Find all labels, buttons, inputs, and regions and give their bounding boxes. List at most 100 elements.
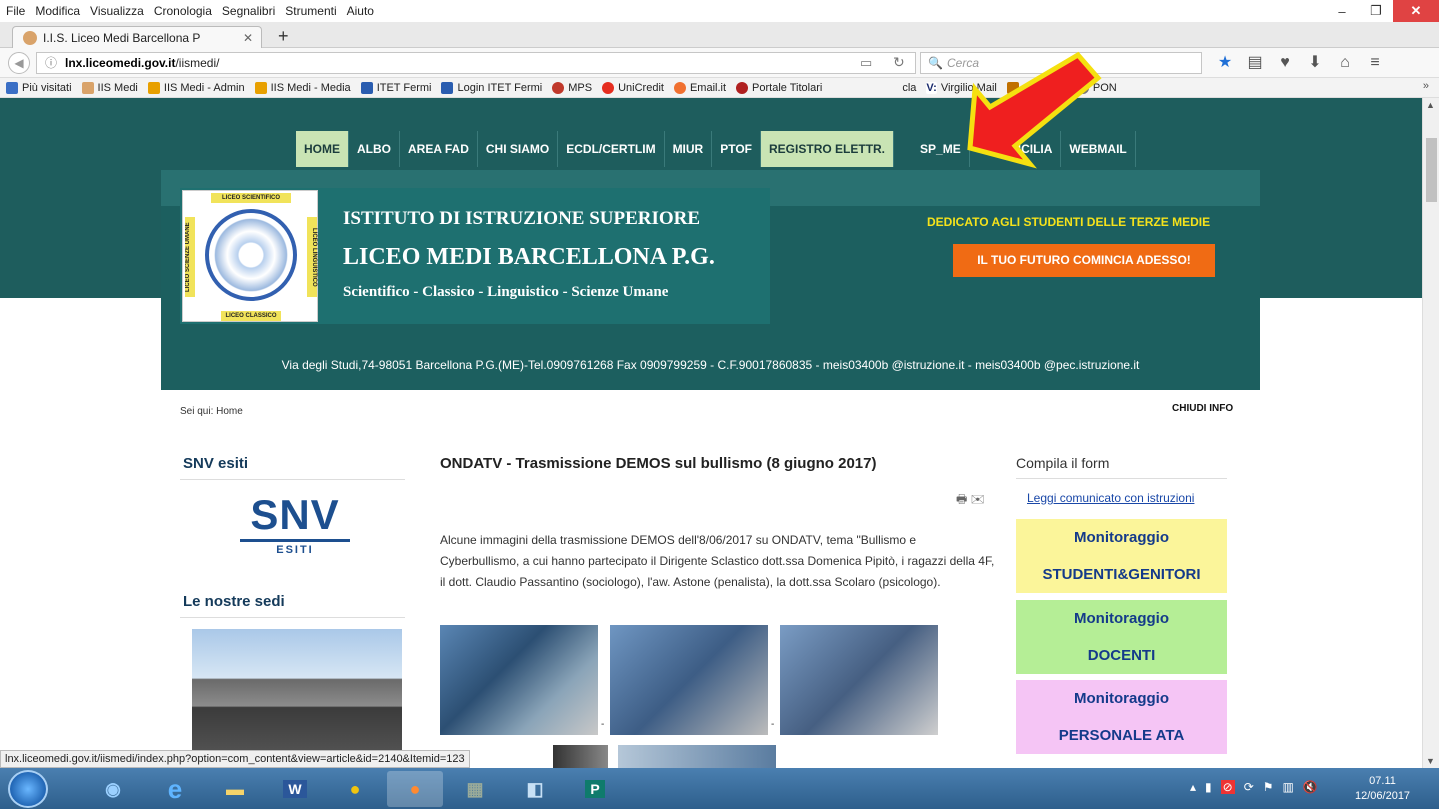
print-email-icons[interactable]: 🖶 ✉ <box>956 490 985 511</box>
sync-icon[interactable]: ⟳ <box>1244 780 1254 794</box>
close-info-link[interactable]: CHIUDI INFO <box>1172 403 1233 414</box>
browser-tab[interactable]: I.I.S. Liceo Medi Barcellona P ✕ <box>12 26 262 48</box>
promo-headline[interactable]: DEDICATO AGLI STUDENTI DELLE TERZE MEDIE <box>927 215 1210 229</box>
article-photo-5[interactable] <box>618 745 776 768</box>
clock[interactable]: 07.11 12/06/2017 <box>1355 774 1410 804</box>
menu-cronologia[interactable]: Cronologia <box>154 4 212 18</box>
downloads-icon[interactable]: ⬇ <box>1300 50 1330 76</box>
scroll-thumb[interactable] <box>1426 138 1437 202</box>
bookmark-unicredit[interactable]: UniCredit <box>602 81 664 94</box>
nav-chi-siamo[interactable]: CHI SIAMO <box>478 131 559 167</box>
internet-explorer-icon[interactable]: e <box>147 771 203 807</box>
scroll-down-icon[interactable]: ▼ <box>1426 756 1435 766</box>
taskbar-app-1[interactable]: ◉ <box>85 771 141 807</box>
menu-aiuto[interactable]: Aiuto <box>347 4 374 18</box>
nav-usp-me[interactable]: SP_ME <box>894 131 970 167</box>
publisher-icon[interactable]: P <box>567 771 623 807</box>
bookmark-portale-titolari[interactable]: Portale Titolari <box>736 81 822 94</box>
page-viewport: HOME ALBO AREA FAD CHI SIAMO ECDL/CERTLI… <box>0 98 1422 768</box>
bookmark-email[interactable]: Email.it <box>673 81 726 94</box>
maximize-button[interactable]: ❐ <box>1359 0 1393 22</box>
url-bar[interactable]: ⓘ lnx.liceomedi.gov.it/iismedi/ <box>36 52 916 74</box>
file-explorer-icon[interactable]: ▬ <box>207 771 263 807</box>
taskbar-app-8[interactable]: ◧ <box>507 771 563 807</box>
bookmark-cla[interactable]: cla <box>902 82 916 94</box>
nav-registro-elettronico[interactable]: REGISTRO ELETTR. <box>761 131 895 167</box>
devices-icon[interactable]: ▥ <box>1283 780 1294 794</box>
search-placeholder: Cerca <box>947 56 980 70</box>
bookmarks-overflow-button[interactable]: » <box>1423 80 1429 92</box>
new-tab-button[interactable]: + <box>278 26 289 47</box>
nav-webmail[interactable]: WEBMAIL <box>1061 131 1136 167</box>
snv-logo[interactable]: SNV ESITI <box>240 493 350 556</box>
firefox-icon[interactable]: ● <box>387 771 443 807</box>
instructions-link[interactable]: Leggi comunicato con istruzioni <box>1027 491 1194 505</box>
photo-separator: - <box>601 719 605 730</box>
promo-button[interactable]: IL TUO FUTURO COMINCIA ADESSO! <box>953 244 1215 277</box>
network-icon[interactable]: ▮ <box>1205 780 1212 794</box>
word-icon[interactable]: W <box>267 771 323 807</box>
school-building-photo[interactable] <box>192 629 402 768</box>
menu-segnalibri[interactable]: Segnalibri <box>222 4 275 18</box>
bookmark-piu-visitati[interactable]: Più visitati <box>6 81 72 94</box>
pocket-icon[interactable]: ♥ <box>1270 50 1300 76</box>
monitoraggio-ata-button[interactable]: Monitoraggio PERSONALE ATA <box>1016 680 1227 754</box>
start-button[interactable] <box>8 770 48 808</box>
site-info-icon[interactable]: ⓘ <box>45 53 57 73</box>
nav-home[interactable]: HOME <box>296 131 349 167</box>
bookmark-itet-fermi[interactable]: ITET Fermi <box>360 81 431 94</box>
library-icon[interactable]: ▤ <box>1240 50 1270 76</box>
status-url: lnx.liceomedi.gov.it/iismedi/index.php?o… <box>0 750 470 768</box>
bookmark-star-icon[interactable]: ★ <box>1210 50 1240 76</box>
scroll-up-icon[interactable]: ▲ <box>1426 100 1435 110</box>
article-photo-1[interactable] <box>440 625 598 735</box>
menu-visualizza[interactable]: Visualizza <box>90 4 144 18</box>
nav-usr-sicilia[interactable]: USR_SICILIA <box>970 131 1062 167</box>
bookmark-iis-medi[interactable]: IIS Medi <box>81 81 138 94</box>
show-hidden-icon[interactable]: ▴ <box>1190 780 1196 794</box>
article-photo-3[interactable] <box>780 625 938 735</box>
reader-view-icon[interactable]: ▭ <box>860 55 872 71</box>
flag-icon[interactable]: ⚑ <box>1263 780 1274 794</box>
close-window-button[interactable]: ✕ <box>1393 0 1439 22</box>
media-app-icon[interactable]: ▦ <box>447 771 503 807</box>
nav-area-fad[interactable]: AREA FAD <box>400 131 478 167</box>
volume-icon[interactable]: 🔇 <box>1303 780 1318 794</box>
tab-close-icon[interactable]: ✕ <box>243 31 253 45</box>
article-title[interactable]: ONDATV - Trasmissione DEMOS sul bullismo… <box>440 455 876 472</box>
nav-ptof[interactable]: PTOF <box>712 131 762 167</box>
compass-rose-icon <box>205 209 297 301</box>
monitoraggio-target: PERSONALE ATA <box>1058 727 1185 744</box>
menu-icon[interactable]: ≡ <box>1360 50 1390 76</box>
monitoraggio-docenti-button[interactable]: Monitoraggio DOCENTI <box>1016 600 1227 674</box>
search-input[interactable]: 🔍 Cerca <box>920 52 1202 74</box>
reload-icon[interactable]: ↻ <box>893 54 905 71</box>
minimize-button[interactable]: – <box>1325 0 1359 22</box>
logo-label-top: LICEO SCIENTIFICO <box>211 193 291 203</box>
menu-file[interactable]: File <box>6 4 25 18</box>
logo-label-bottom: LICEO CLASSICO <box>221 311 281 321</box>
app-tray-icon[interactable]: ⊘ <box>1220 780 1235 794</box>
back-button[interactable]: ◀ <box>8 52 30 74</box>
menu-modifica[interactable]: Modifica <box>35 4 80 18</box>
bookmark-mps[interactable]: MPS <box>552 81 592 94</box>
nav-miur[interactable]: MIUR <box>665 131 713 167</box>
monitoraggio-studenti-button[interactable]: Monitoraggio STUDENTI&GENITORI <box>1016 519 1227 593</box>
bookmark-login-itet-fermi[interactable]: Login ITET Fermi <box>441 81 542 94</box>
article-photo-2[interactable] <box>610 625 768 735</box>
menu-strumenti[interactable]: Strumenti <box>285 4 336 18</box>
page-scrollbar[interactable]: ▲ ▼ <box>1422 98 1439 768</box>
article-photo-4[interactable] <box>553 745 608 768</box>
chrome-icon[interactable]: ● <box>327 771 383 807</box>
bookmark-adsicilia[interactable]: ADSicilia <box>1006 81 1067 94</box>
bookmark-iis-medi-admin[interactable]: IIS Medi - Admin <box>147 81 245 94</box>
tab-bar: I.I.S. Liceo Medi Barcellona P ✕ + <box>0 22 1439 48</box>
bookmark-pon[interactable]: PON <box>1076 81 1117 94</box>
nav-ecdl[interactable]: ECDL/CERTLIM <box>558 131 665 167</box>
home-icon[interactable]: ⌂ <box>1330 50 1360 76</box>
monitoraggio-target: STUDENTI&GENITORI <box>1042 566 1201 583</box>
nav-albo[interactable]: ALBO <box>349 131 400 167</box>
bookmark-virgilio-mail[interactable]: V: Virgilio Mail <box>926 81 997 94</box>
menu-bar: File Modifica Visualizza Cronologia Segn… <box>0 0 1439 22</box>
bookmark-iis-medi-media[interactable]: IIS Medi - Media <box>254 81 351 94</box>
